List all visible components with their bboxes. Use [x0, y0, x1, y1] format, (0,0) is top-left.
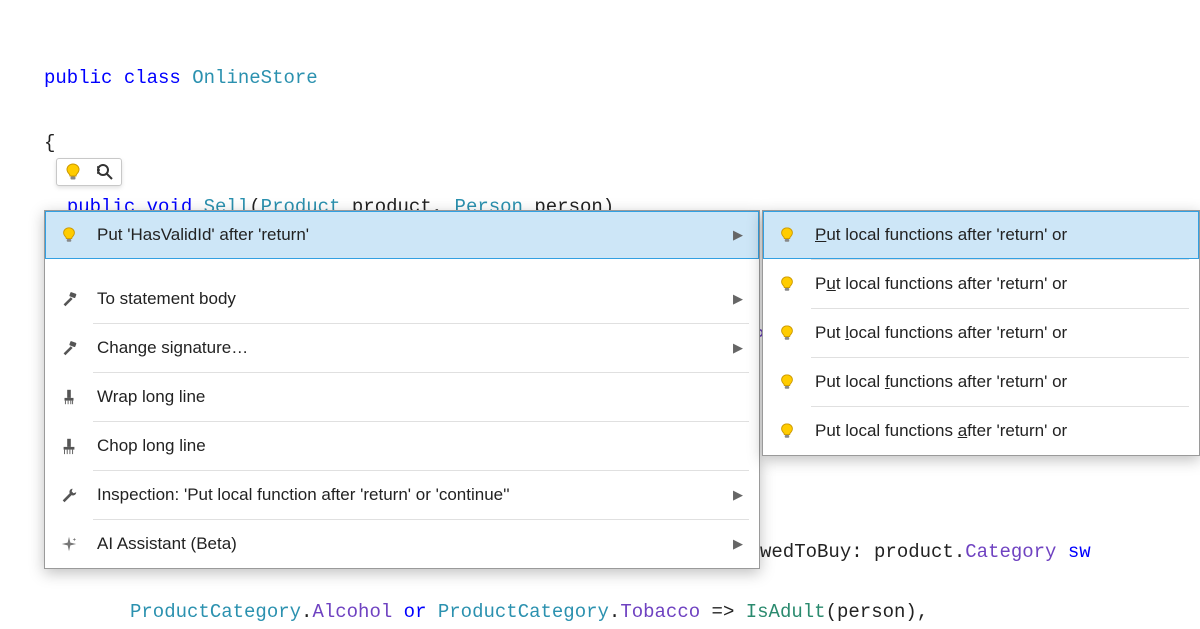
- code-bottom-line: ProductCategory.Alcohol or ProductCatego…: [130, 564, 928, 629]
- quick-actions-gutter[interactable]: [56, 158, 122, 186]
- brush-icon: [57, 437, 81, 455]
- submenu-item[interactable]: Put local functions after 'return' or: [763, 211, 1199, 259]
- submenu-arrow-icon: ▶: [733, 340, 743, 356]
- menu-item-label: Inspection: 'Put local function after 'r…: [97, 485, 699, 505]
- wrench-icon: [57, 486, 81, 504]
- menu-item-ai-assistant[interactable]: AI Assistant (Beta) ▶: [45, 520, 759, 568]
- submenu-arrow-icon: ▶: [733, 487, 743, 503]
- submenu-item-label: Put local functions after 'return' or: [815, 225, 1183, 245]
- submenu-item-label: Put local functions after 'return' or: [815, 372, 1183, 392]
- submenu-arrow-icon: ▶: [733, 536, 743, 552]
- menu-item-label: Wrap long line: [97, 387, 743, 407]
- menu-item-put-after-return[interactable]: Put 'HasValidId' after 'return' ▶: [45, 211, 759, 259]
- quick-actions-menu: Put 'HasValidId' after 'return' ▶ To sta…: [44, 210, 760, 569]
- menu-item-label: Put 'HasValidId' after 'return': [97, 225, 699, 245]
- submenu-item[interactable]: Put local functions after 'return' or: [763, 407, 1199, 455]
- menu-item-change-signature[interactable]: Change signature… ▶: [45, 324, 759, 372]
- quick-actions-submenu: Put local functions after 'return' or Pu…: [762, 210, 1200, 456]
- menu-item-label: Chop long line: [97, 436, 743, 456]
- menu-item-chop-long-line[interactable]: Chop long line: [45, 422, 759, 470]
- submenu-item[interactable]: Put local functions after 'return' or: [763, 309, 1199, 357]
- submenu-arrow-icon: ▶: [733, 227, 743, 243]
- lightbulb-icon: [775, 373, 799, 391]
- menu-item-label: Change signature…: [97, 338, 699, 358]
- submenu-item[interactable]: Put local functions after 'return' or: [763, 260, 1199, 308]
- submenu-item-label: Put local functions after 'return' or: [815, 323, 1183, 343]
- submenu-item-label: Put local functions after 'return' or: [815, 421, 1183, 441]
- menu-item-inspection[interactable]: Inspection: 'Put local function after 'r…: [45, 471, 759, 519]
- brush-icon: [57, 388, 81, 406]
- find-icon: [95, 162, 115, 182]
- hammer-icon: [57, 290, 81, 308]
- submenu-item[interactable]: Put local functions after 'return' or: [763, 358, 1199, 406]
- menu-item-label: AI Assistant (Beta): [97, 534, 699, 554]
- menu-item-wrap-long-line[interactable]: Wrap long line: [45, 373, 759, 421]
- sparkle-icon: [57, 535, 81, 553]
- lightbulb-icon: [775, 422, 799, 440]
- lightbulb-icon: [63, 162, 83, 182]
- lightbulb-icon: [57, 226, 81, 244]
- hammer-icon: [57, 339, 81, 357]
- lightbulb-icon: [775, 324, 799, 342]
- lightbulb-icon: [775, 226, 799, 244]
- menu-item-label: To statement body: [97, 289, 699, 309]
- lightbulb-icon: [775, 275, 799, 293]
- submenu-item-label: Put local functions after 'return' or: [815, 274, 1183, 294]
- submenu-arrow-icon: ▶: [733, 291, 743, 307]
- menu-item-to-statement-body[interactable]: To statement body ▶: [45, 275, 759, 323]
- code-tail: wedToBuy: product.Category sw: [760, 504, 1091, 569]
